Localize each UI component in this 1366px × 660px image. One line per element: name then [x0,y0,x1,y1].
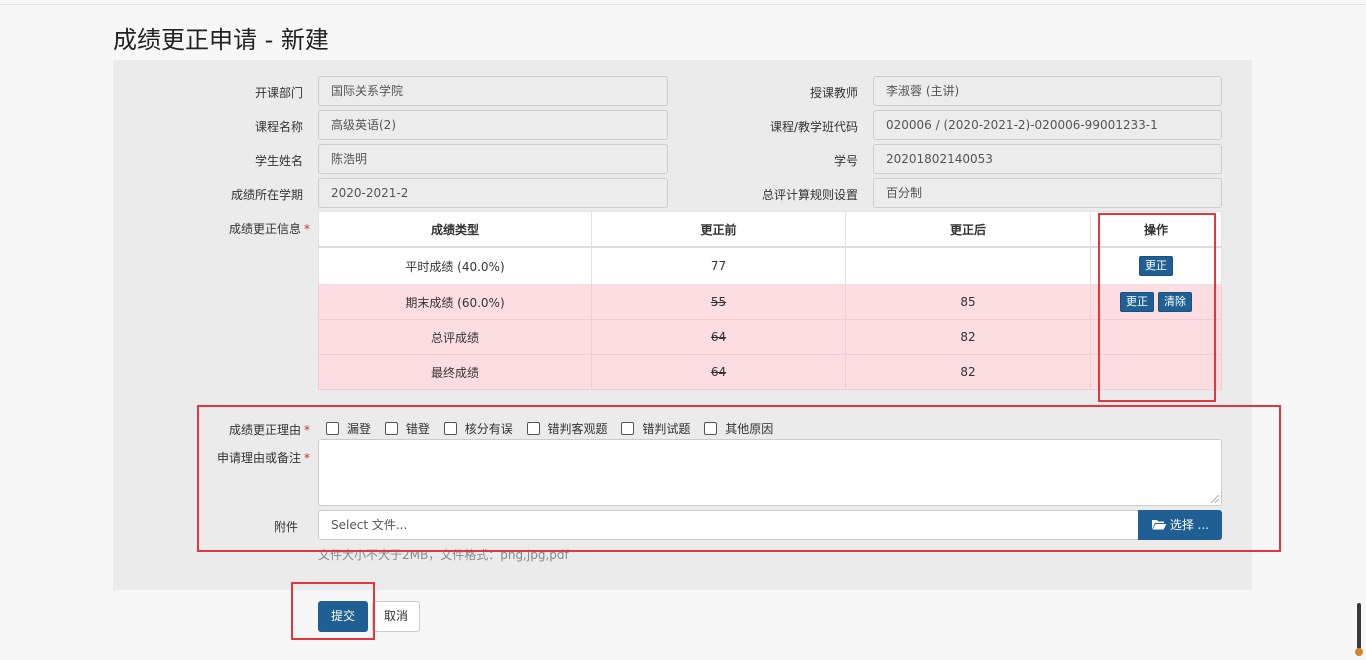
table-row: 最终成绩 64 82 [318,354,1222,390]
note-label-text: 申请理由或备注 [216,451,301,465]
checkbox[interactable] [621,422,635,435]
option-label: 错判试题 [642,422,691,436]
grade-after: 82 [845,319,1091,355]
reason-checkboxes: 漏登 错登 核分有误 错判客观题 错判试题 其他原因 [326,420,783,438]
required-mark: * [304,451,310,465]
grade-before: 64 [591,354,846,390]
grade-after: 85 [845,284,1091,320]
col-grade-type: 成绩类型 [318,211,592,248]
grade-type: 最终成绩 [318,354,592,390]
file-hint: 文件大小不大于2MB，文件格式：png,jpg,pdf [318,548,569,562]
note-label: 申请理由或备注 * [200,449,310,466]
grade-type: 总评成绩 [318,319,592,355]
top-divider [0,4,1366,5]
thermometer-icon [1355,603,1363,656]
grade-before-value: 64 [710,365,727,379]
course-field: 高级英语(2) [318,110,668,140]
checkbox[interactable] [526,422,540,435]
grade-type: 平时成绩 (40.0%) [318,246,592,285]
student-label: 学生姓名 [254,154,303,168]
correction-info-label: 成绩更正信息 * [200,220,310,237]
reason-label: 成绩更正理由 * [200,421,310,438]
checkbox[interactable] [326,422,339,435]
teacher-label: 授课教师 [809,86,858,100]
option-label: 错登 [405,422,430,436]
grade-before-value: 55 [710,295,727,309]
student-id-field: 20201802140053 [873,144,1222,174]
grade-type: 期末成绩 (60.0%) [318,284,592,320]
reason-option-wrong-entry[interactable]: 错登 [384,420,430,437]
table-row: 平时成绩 (40.0%) 77 更正 [318,246,1222,285]
grade-before-value: 64 [710,330,727,344]
grade-before: 55 [591,284,846,320]
choose-file-label: 选择 ... [1169,518,1210,532]
checkbox[interactable] [384,422,398,435]
resize-grip-icon[interactable] [1211,495,1219,503]
option-label: 核分有误 [464,422,513,436]
cancel-button[interactable]: 取消 [372,601,420,632]
clear-button[interactable]: 清除 [1158,292,1192,312]
checkbox[interactable] [443,422,457,435]
option-label: 漏登 [347,422,372,436]
reason-option-other[interactable]: 其他原因 [704,420,773,437]
file-path-input[interactable]: Select 文件... [318,510,1139,540]
attachment-label: 附件 [273,520,298,534]
required-mark: * [304,423,310,437]
row-actions [1090,319,1222,355]
required-mark: * [304,222,310,236]
folder-open-icon [1151,520,1167,530]
student-id-label: 学号 [833,154,858,168]
correction-table: 成绩类型 更正前 更正后 操作 平时成绩 (40.0%) 77 更正 期末成绩 … [318,211,1222,390]
grade-after: 82 [845,354,1091,390]
page-title: 成绩更正申请 - 新建 [113,26,329,54]
dept-label: 开课部门 [254,86,303,100]
table-row: 期末成绩 (60.0%) 55 85 更正 清除 [318,284,1222,320]
grade-before: 64 [591,319,846,355]
rule-field: 百分制 [873,178,1222,208]
option-label: 错判客观题 [547,422,608,436]
grade-before: 77 [591,246,846,285]
reason-option-question-misjudged[interactable]: 错判试题 [621,420,690,437]
reason-option-calc-error[interactable]: 核分有误 [443,420,513,437]
correction-info-text: 成绩更正信息 [228,222,301,236]
term-label: 成绩所在学期 [230,188,303,202]
note-textarea[interactable] [318,439,1222,506]
table-row: 总评成绩 64 82 [318,319,1222,355]
checkbox[interactable] [704,422,718,435]
class-code-label: 课程/教学班代码 [769,120,858,134]
submit-button[interactable]: 提交 [318,601,368,632]
row-actions [1090,354,1222,390]
term-field: 2020-2021-2 [318,178,668,208]
dept-field: 国际关系学院 [318,76,668,106]
col-actions: 操作 [1090,211,1222,248]
course-label: 课程名称 [254,120,303,134]
rule-label: 总评计算规则设置 [761,188,858,202]
row-actions: 更正 [1090,246,1222,285]
col-after: 更正后 [845,211,1091,248]
correct-button[interactable]: 更正 [1120,292,1154,312]
row-actions: 更正 清除 [1090,284,1222,320]
option-label: 其他原因 [725,422,774,436]
teacher-field: 李淑蓉 (主讲) [873,76,1222,106]
reason-label-text: 成绩更正理由 [228,423,301,437]
choose-file-button[interactable]: 选择 ... [1138,510,1222,540]
reason-option-missing[interactable]: 漏登 [326,420,371,437]
reason-option-objective-misjudged[interactable]: 错判客观题 [526,420,608,437]
correct-button[interactable]: 更正 [1139,256,1173,276]
table-header: 成绩类型 更正前 更正后 操作 [318,211,1222,248]
grade-after [845,246,1091,285]
class-code-field: 020006 / (2020-2021-2)-020006-99001233-1 [873,110,1222,140]
col-before: 更正前 [591,211,846,248]
student-field: 陈浩明 [318,144,668,174]
